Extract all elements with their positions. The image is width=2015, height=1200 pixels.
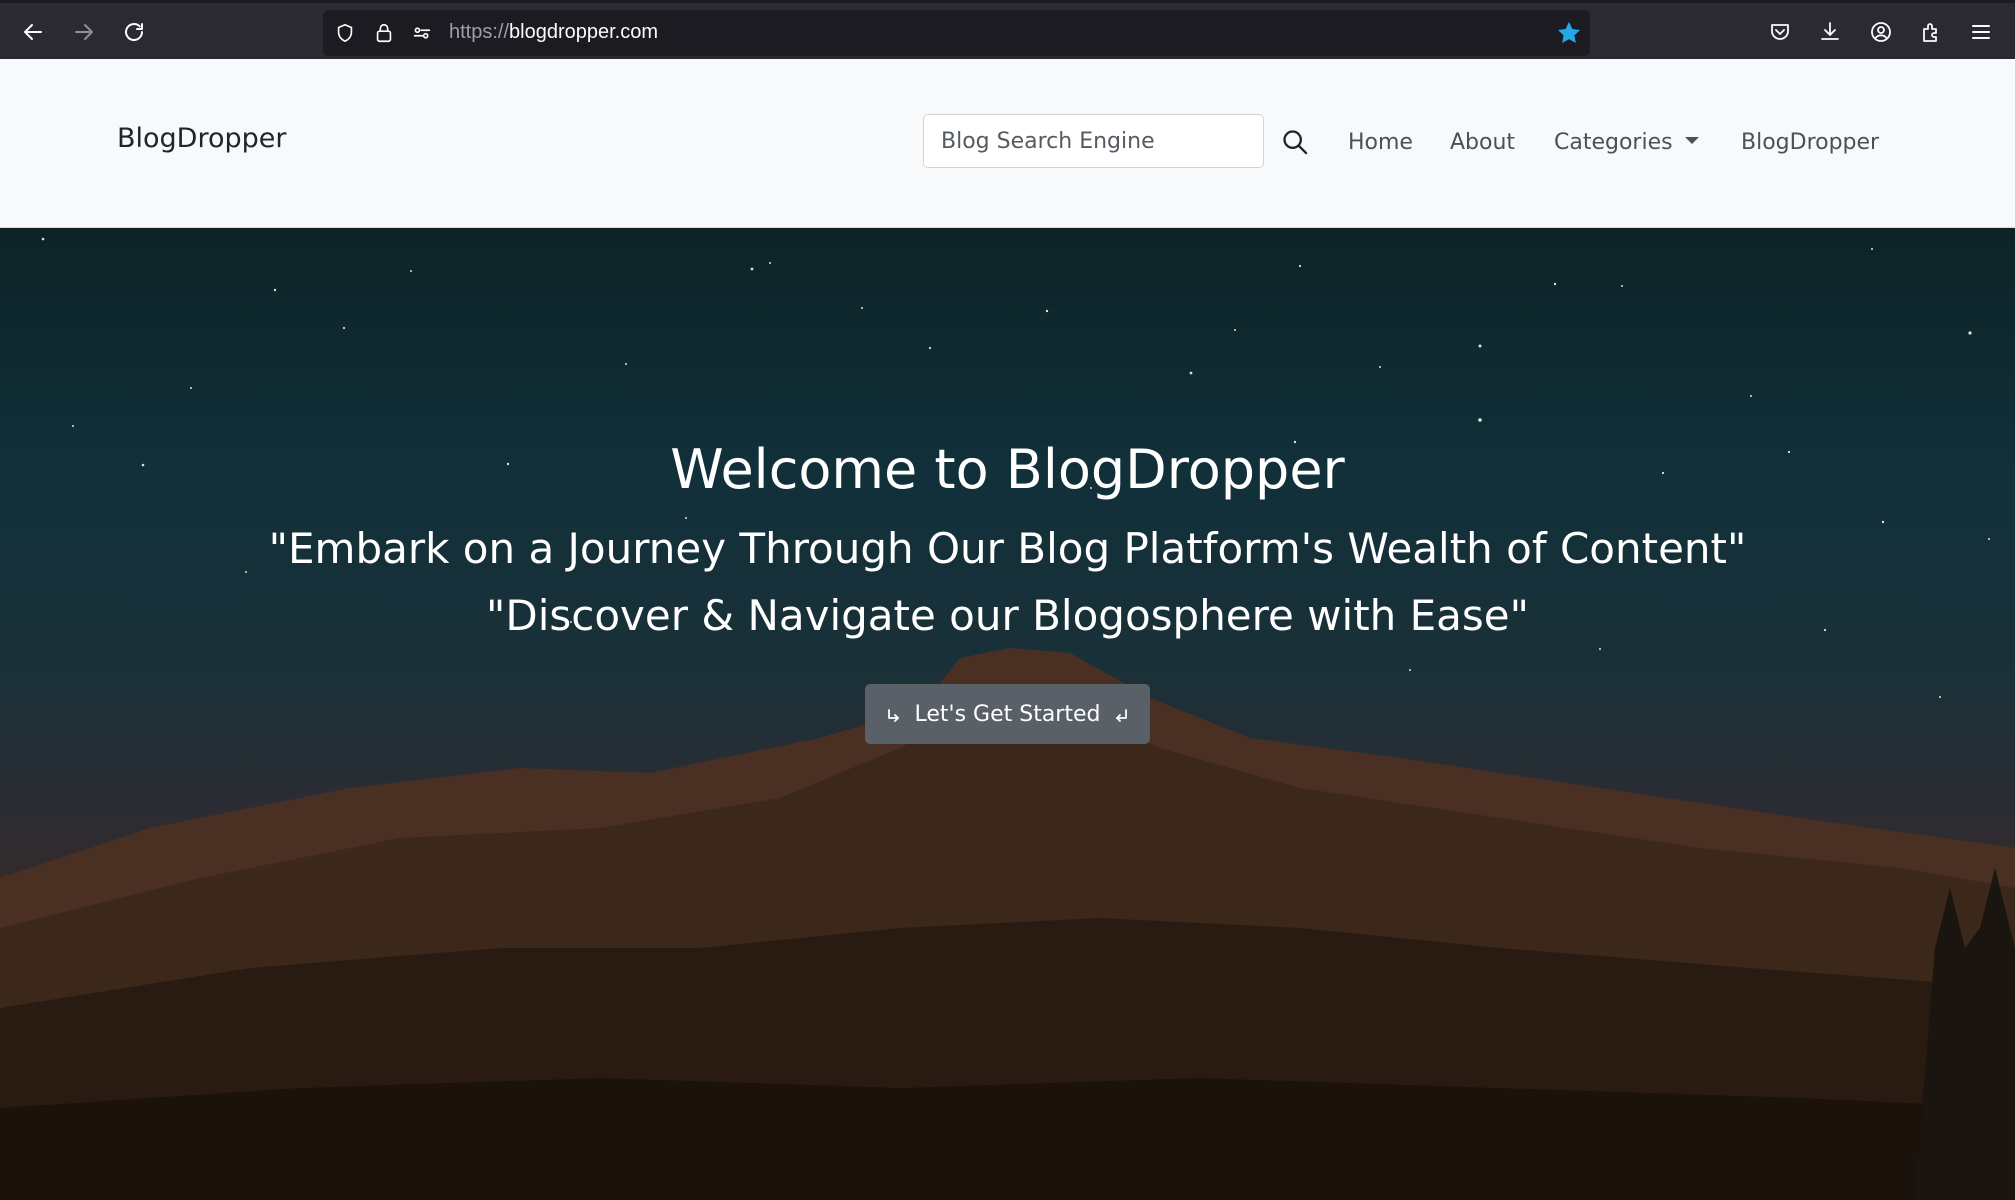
pocket-icon[interactable] bbox=[1765, 17, 1795, 47]
nav-link-about[interactable]: About bbox=[1450, 130, 1515, 155]
get-started-label: Let's Get Started bbox=[914, 701, 1101, 727]
hero-tagline-2: "Discover & Navigate our Blogosphere wit… bbox=[486, 591, 1529, 640]
shield-icon[interactable] bbox=[333, 21, 357, 45]
download-icon[interactable] bbox=[1815, 17, 1845, 47]
nav-link-categories-label: Categories bbox=[1554, 130, 1673, 155]
search-icon[interactable] bbox=[1280, 127, 1310, 157]
nav-dropdown-categories[interactable]: Categories bbox=[1554, 130, 1699, 155]
permissions-icon[interactable] bbox=[410, 21, 434, 45]
search-input[interactable] bbox=[923, 114, 1264, 168]
forward-icon[interactable] bbox=[67, 15, 101, 49]
star-icon[interactable] bbox=[1555, 19, 1583, 47]
nav-link-home[interactable]: Home bbox=[1348, 130, 1413, 155]
url-text: https://blogdropper.com bbox=[449, 21, 659, 43]
address-bar[interactable]: https://blogdropper.com bbox=[323, 10, 1590, 56]
reload-icon[interactable] bbox=[117, 15, 151, 49]
site-navbar: BlogDropper Home About Categories BlogDr… bbox=[0, 59, 2015, 228]
hero-tagline-1: "Embark on a Journey Through Our Blog Pl… bbox=[268, 524, 1747, 573]
hero-title: Welcome to BlogDropper bbox=[670, 438, 1345, 501]
extensions-icon[interactable] bbox=[1916, 17, 1946, 47]
hero-section: Welcome to BlogDropper "Embark on a Jour… bbox=[0, 228, 2015, 1200]
browser-toolbar: https://blogdropper.com bbox=[0, 0, 2015, 59]
account-icon[interactable] bbox=[1866, 17, 1896, 47]
lock-icon[interactable] bbox=[372, 21, 396, 45]
back-icon[interactable] bbox=[16, 15, 50, 49]
site-brand[interactable]: BlogDropper bbox=[117, 123, 287, 154]
arrow-down-right-icon bbox=[1116, 709, 1128, 722]
menu-icon[interactable] bbox=[1966, 17, 1996, 47]
arrow-down-left-icon bbox=[887, 709, 899, 722]
nav-link-blogdropper[interactable]: BlogDropper bbox=[1741, 130, 1879, 155]
get-started-button[interactable]: Let's Get Started bbox=[865, 684, 1150, 744]
caret-down-icon bbox=[1684, 136, 1699, 144]
